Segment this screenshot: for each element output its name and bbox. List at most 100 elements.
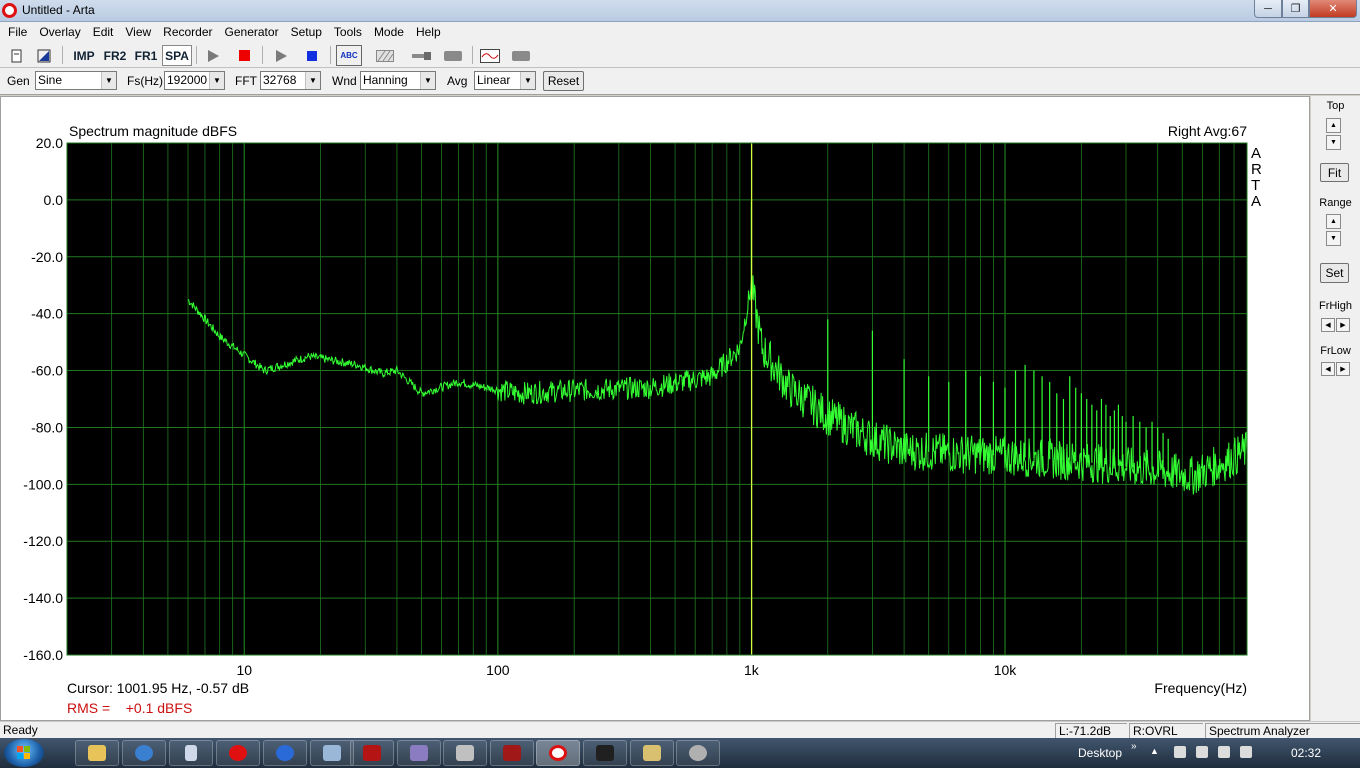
close-icon: ✕ [1328,3,1338,15]
record-play-button[interactable] [268,45,294,66]
taskbar-acrobat[interactable] [350,740,394,766]
chevron-down-icon: ▼ [101,72,116,89]
set-button[interactable]: Set [1320,263,1349,283]
fr1-mode-button[interactable]: FR1 [131,45,161,66]
fft-select[interactable]: 32768 ▼ [260,71,321,90]
abc-button[interactable]: ABC [336,45,362,66]
taskbar-window[interactable] [310,740,354,766]
top-down-button[interactable]: ▼ [1326,135,1341,150]
frhigh-right-button[interactable]: ▶ [1336,318,1350,332]
top-up-button[interactable]: ▲ [1326,118,1341,133]
taskbar-arta[interactable] [536,740,580,766]
calculator-icon [185,745,197,761]
arta-app-icon[interactable] [2,3,17,18]
menu-overlay[interactable]: Overlay [33,22,86,42]
taskbar-app-blue[interactable] [263,740,307,766]
avg-select[interactable]: Linear ▼ [474,71,536,90]
scope-button[interactable] [477,45,503,66]
desktop-toolbar[interactable]: Desktop [1078,746,1122,760]
taskbar-calculator[interactable] [169,740,213,766]
menu-edit[interactable]: Edit [87,22,120,42]
top-label: Top [1326,100,1345,112]
hatched-button[interactable] [372,45,398,66]
device-icon[interactable] [1196,746,1208,758]
stop-icon [238,50,250,61]
fr2-mode-button[interactable]: FR2 [100,45,130,66]
waveform-icon [480,48,500,63]
record-stop-button[interactable] [299,45,325,66]
close-button[interactable]: ✕ [1309,0,1357,18]
fs-select-value: 192000 [167,73,208,87]
taskbar-browser[interactable] [122,740,166,766]
taskbar-terminal[interactable] [583,740,627,766]
frlow-left-button[interactable]: ◀ [1321,362,1335,376]
arta-letter: A [1251,145,1261,162]
gray-block-icon [512,50,530,61]
fs-select[interactable]: 192000 ▼ [164,71,225,90]
spectrum-chart[interactable]: Spectrum magnitude dBFS Right Avg:67 20.… [1,97,1311,722]
gray-block-icon [444,50,462,61]
menu-mode[interactable]: Mode [368,22,410,42]
imp-mode-button[interactable]: IMP [69,45,99,66]
gray-button-2[interactable] [508,45,534,66]
taskbar-app-4[interactable] [443,740,487,766]
minimize-icon: ─ [1264,2,1272,15]
y-tick-label: -80.0 [31,419,63,435]
menu-generator[interactable]: Generator [219,22,285,42]
stop-icon [307,50,317,61]
channel-average-info: Right Avg:67 [1168,123,1247,139]
wnd-select[interactable]: Hanning ▼ [360,71,436,90]
y-tick-label: 20.0 [36,135,63,151]
menu-view[interactable]: View [119,22,157,42]
spa-mode-button[interactable]: SPA [162,45,192,66]
reset-button[interactable]: Reset [543,71,584,91]
chevron-right-icon[interactable]: » [1131,741,1137,752]
app-icon [456,745,474,761]
taskbar-app-7[interactable] [676,740,720,766]
taskbar: Desktop » ▲ 02:32 [0,738,1360,768]
menu-setup[interactable]: Setup [285,22,328,42]
generator-stop-button[interactable] [231,45,257,66]
wnd-label: Wnd [332,74,357,88]
volume-icon[interactable] [1240,746,1252,758]
app-icon [276,745,294,761]
clock[interactable]: 02:32 [1291,746,1321,760]
y-tick-label: -140.0 [23,590,63,606]
pdf-icon [363,745,381,761]
frlow-right-button[interactable]: ▶ [1336,362,1350,376]
taskbar-app-3[interactable] [397,740,441,766]
status-mode: Spectrum Analyzer [1205,723,1360,738]
avg-select-value: Linear [477,73,511,87]
taskbar-explorer[interactable] [75,740,119,766]
x-axis-label: Frequency(Hz) [1154,680,1247,696]
frhigh-left-button[interactable]: ◀ [1321,318,1335,332]
control-bar: Gen Sine ▼ Fs(Hz) 192000 ▼ FFT 32768 ▼ Wnd … [0,68,1360,95]
hatch-icon [376,49,394,62]
probe-button[interactable] [409,45,435,66]
range-down-button[interactable]: ▼ [1326,231,1341,246]
gray-button-1[interactable] [440,45,466,66]
start-button[interactable] [4,739,44,767]
taskbar-opera[interactable] [216,740,260,766]
menu-tools[interactable]: Tools [328,22,368,42]
generator-play-button[interactable] [200,45,226,66]
network-icon[interactable] [1218,746,1230,758]
show-hidden-icons-icon[interactable]: ▲ [1150,746,1159,756]
maximize-button[interactable]: ❐ [1282,0,1309,18]
fit-button[interactable]: Fit [1320,163,1349,182]
menu-recorder[interactable]: Recorder [157,22,218,42]
arrow-up-icon: ▲ [1330,122,1337,129]
open-button[interactable] [31,45,57,66]
arta-letter: R [1251,161,1262,178]
new-file-button[interactable] [4,45,30,66]
taskbar-app-6[interactable] [630,740,674,766]
gen-select[interactable]: Sine ▼ [35,71,117,90]
menu-help[interactable]: Help [410,22,447,42]
range-up-button[interactable]: ▲ [1326,214,1341,229]
terminal-icon [596,745,614,761]
menu-bar: File Overlay Edit View Recorder Generato… [0,22,1360,42]
flag-icon[interactable] [1174,746,1186,758]
minimize-button[interactable]: ─ [1254,0,1282,18]
menu-file[interactable]: File [2,22,33,42]
taskbar-app-5[interactable] [490,740,534,766]
